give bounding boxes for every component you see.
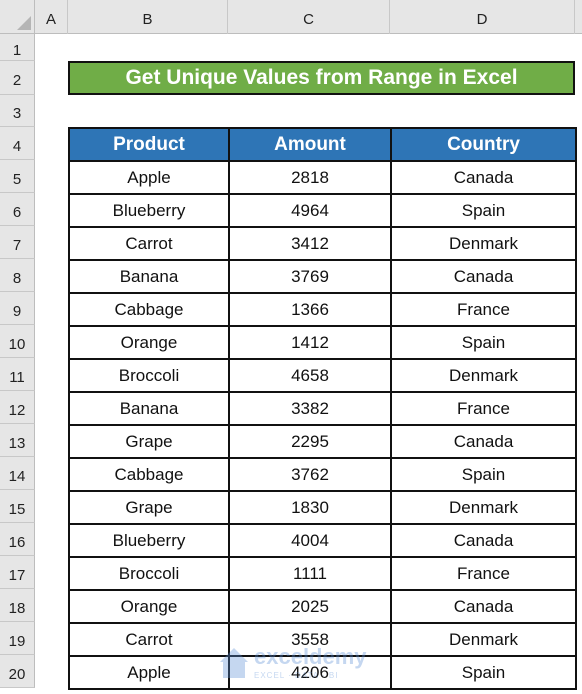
table-row: Broccoli 4658 Denmark <box>68 358 577 393</box>
row-header-10[interactable]: 10 <box>0 325 35 358</box>
row-header-20[interactable]: 20 <box>0 655 35 688</box>
table-row: Grape 1830 Denmark <box>68 490 577 525</box>
row-header-6[interactable]: 6 <box>0 193 35 226</box>
country-cell[interactable]: Spain <box>390 655 577 690</box>
amount-cell[interactable]: 3382 <box>228 391 392 426</box>
country-cell[interactable]: Canada <box>390 424 577 459</box>
product-cell[interactable]: Blueberry <box>68 193 230 228</box>
amount-cell[interactable]: 3558 <box>228 622 392 657</box>
select-all-triangle-icon <box>17 16 31 30</box>
country-cell[interactable]: Canada <box>390 523 577 558</box>
table-row: Apple 4206 Spain <box>68 655 577 690</box>
product-cell[interactable]: Grape <box>68 490 230 525</box>
row-header-5[interactable]: 5 <box>0 160 35 193</box>
product-cell[interactable]: Banana <box>68 391 230 426</box>
country-cell[interactable]: France <box>390 292 577 327</box>
product-cell[interactable]: Banana <box>68 259 230 294</box>
amount-cell[interactable]: 4004 <box>228 523 392 558</box>
country-cell[interactable]: France <box>390 556 577 591</box>
column-header-a[interactable]: A <box>35 0 68 34</box>
table-header-row: Product Amount Country <box>68 127 577 162</box>
table-row: Banana 3382 France <box>68 391 577 426</box>
table-row: Blueberry 4004 Canada <box>68 523 577 558</box>
data-table: Product Amount Country Apple 2818 Canada Bl… <box>68 127 577 690</box>
country-cell[interactable]: France <box>390 391 577 426</box>
row-header-2[interactable]: 2 <box>0 61 35 95</box>
product-cell[interactable]: Carrot <box>68 226 230 261</box>
country-cell[interactable]: Canada <box>390 160 577 195</box>
country-cell[interactable]: Canada <box>390 589 577 624</box>
country-cell[interactable]: Spain <box>390 457 577 492</box>
amount-cell[interactable]: 3762 <box>228 457 392 492</box>
row-header-12[interactable]: 12 <box>0 391 35 424</box>
table-row: Banana 3769 Canada <box>68 259 577 294</box>
amount-cell[interactable]: 1830 <box>228 490 392 525</box>
amount-cell[interactable]: 1111 <box>228 556 392 591</box>
row-header-11[interactable]: 11 <box>0 358 35 391</box>
amount-cell[interactable]: 4658 <box>228 358 392 393</box>
table-row: Cabbage 1366 France <box>68 292 577 327</box>
table-row: Carrot 3412 Denmark <box>68 226 577 261</box>
row-header-19[interactable]: 19 <box>0 622 35 655</box>
product-cell[interactable]: Cabbage <box>68 292 230 327</box>
amount-cell[interactable]: 2025 <box>228 589 392 624</box>
row-header-13[interactable]: 13 <box>0 424 35 457</box>
product-cell[interactable]: Broccoli <box>68 358 230 393</box>
country-cell[interactable]: Denmark <box>390 226 577 261</box>
row-header-17[interactable]: 17 <box>0 556 35 589</box>
product-cell[interactable]: Apple <box>68 655 230 690</box>
table-row: Broccoli 1111 France <box>68 556 577 591</box>
product-cell[interactable]: Blueberry <box>68 523 230 558</box>
row-header-16[interactable]: 16 <box>0 523 35 556</box>
amount-cell[interactable]: 2295 <box>228 424 392 459</box>
row-header-15[interactable]: 15 <box>0 490 35 523</box>
country-cell[interactable]: Spain <box>390 193 577 228</box>
country-cell[interactable]: Denmark <box>390 622 577 657</box>
table-row: Carrot 3558 Denmark <box>68 622 577 657</box>
country-cell[interactable]: Canada <box>390 259 577 294</box>
product-cell[interactable]: Broccoli <box>68 556 230 591</box>
product-cell[interactable]: Carrot <box>68 622 230 657</box>
table-row: Apple 2818 Canada <box>68 160 577 195</box>
amount-cell[interactable]: 4964 <box>228 193 392 228</box>
table-row: Grape 2295 Canada <box>68 424 577 459</box>
header-country[interactable]: Country <box>390 127 577 162</box>
row-header-8[interactable]: 8 <box>0 259 35 292</box>
table-row: Cabbage 3762 Spain <box>68 457 577 492</box>
header-product[interactable]: Product <box>68 127 230 162</box>
row-header-3[interactable]: 3 <box>0 95 35 127</box>
country-cell[interactable]: Spain <box>390 325 577 360</box>
amount-cell[interactable]: 1412 <box>228 325 392 360</box>
amount-cell[interactable]: 3769 <box>228 259 392 294</box>
table-row: Blueberry 4964 Spain <box>68 193 577 228</box>
table-row: Orange 2025 Canada <box>68 589 577 624</box>
select-all-corner[interactable] <box>0 0 35 34</box>
product-cell[interactable]: Orange <box>68 325 230 360</box>
header-amount[interactable]: Amount <box>228 127 392 162</box>
row-header-7[interactable]: 7 <box>0 226 35 259</box>
row-header-9[interactable]: 9 <box>0 292 35 325</box>
product-cell[interactable]: Orange <box>68 589 230 624</box>
amount-cell[interactable]: 4206 <box>228 655 392 690</box>
sheet-title: Get Unique Values from Range in Excel <box>68 61 575 95</box>
row-header-18[interactable]: 18 <box>0 589 35 622</box>
amount-cell[interactable]: 3412 <box>228 226 392 261</box>
table-row: Orange 1412 Spain <box>68 325 577 360</box>
product-cell[interactable]: Cabbage <box>68 457 230 492</box>
country-cell[interactable]: Denmark <box>390 358 577 393</box>
product-cell[interactable]: Apple <box>68 160 230 195</box>
column-header-b[interactable]: B <box>68 0 228 34</box>
amount-cell[interactable]: 1366 <box>228 292 392 327</box>
product-cell[interactable]: Grape <box>68 424 230 459</box>
column-header-d[interactable]: D <box>390 0 575 34</box>
row-header-14[interactable]: 14 <box>0 457 35 490</box>
row-header-1[interactable]: 1 <box>0 34 35 61</box>
country-cell[interactable]: Denmark <box>390 490 577 525</box>
column-header-c[interactable]: C <box>228 0 390 34</box>
row-header-4[interactable]: 4 <box>0 127 35 160</box>
amount-cell[interactable]: 2818 <box>228 160 392 195</box>
